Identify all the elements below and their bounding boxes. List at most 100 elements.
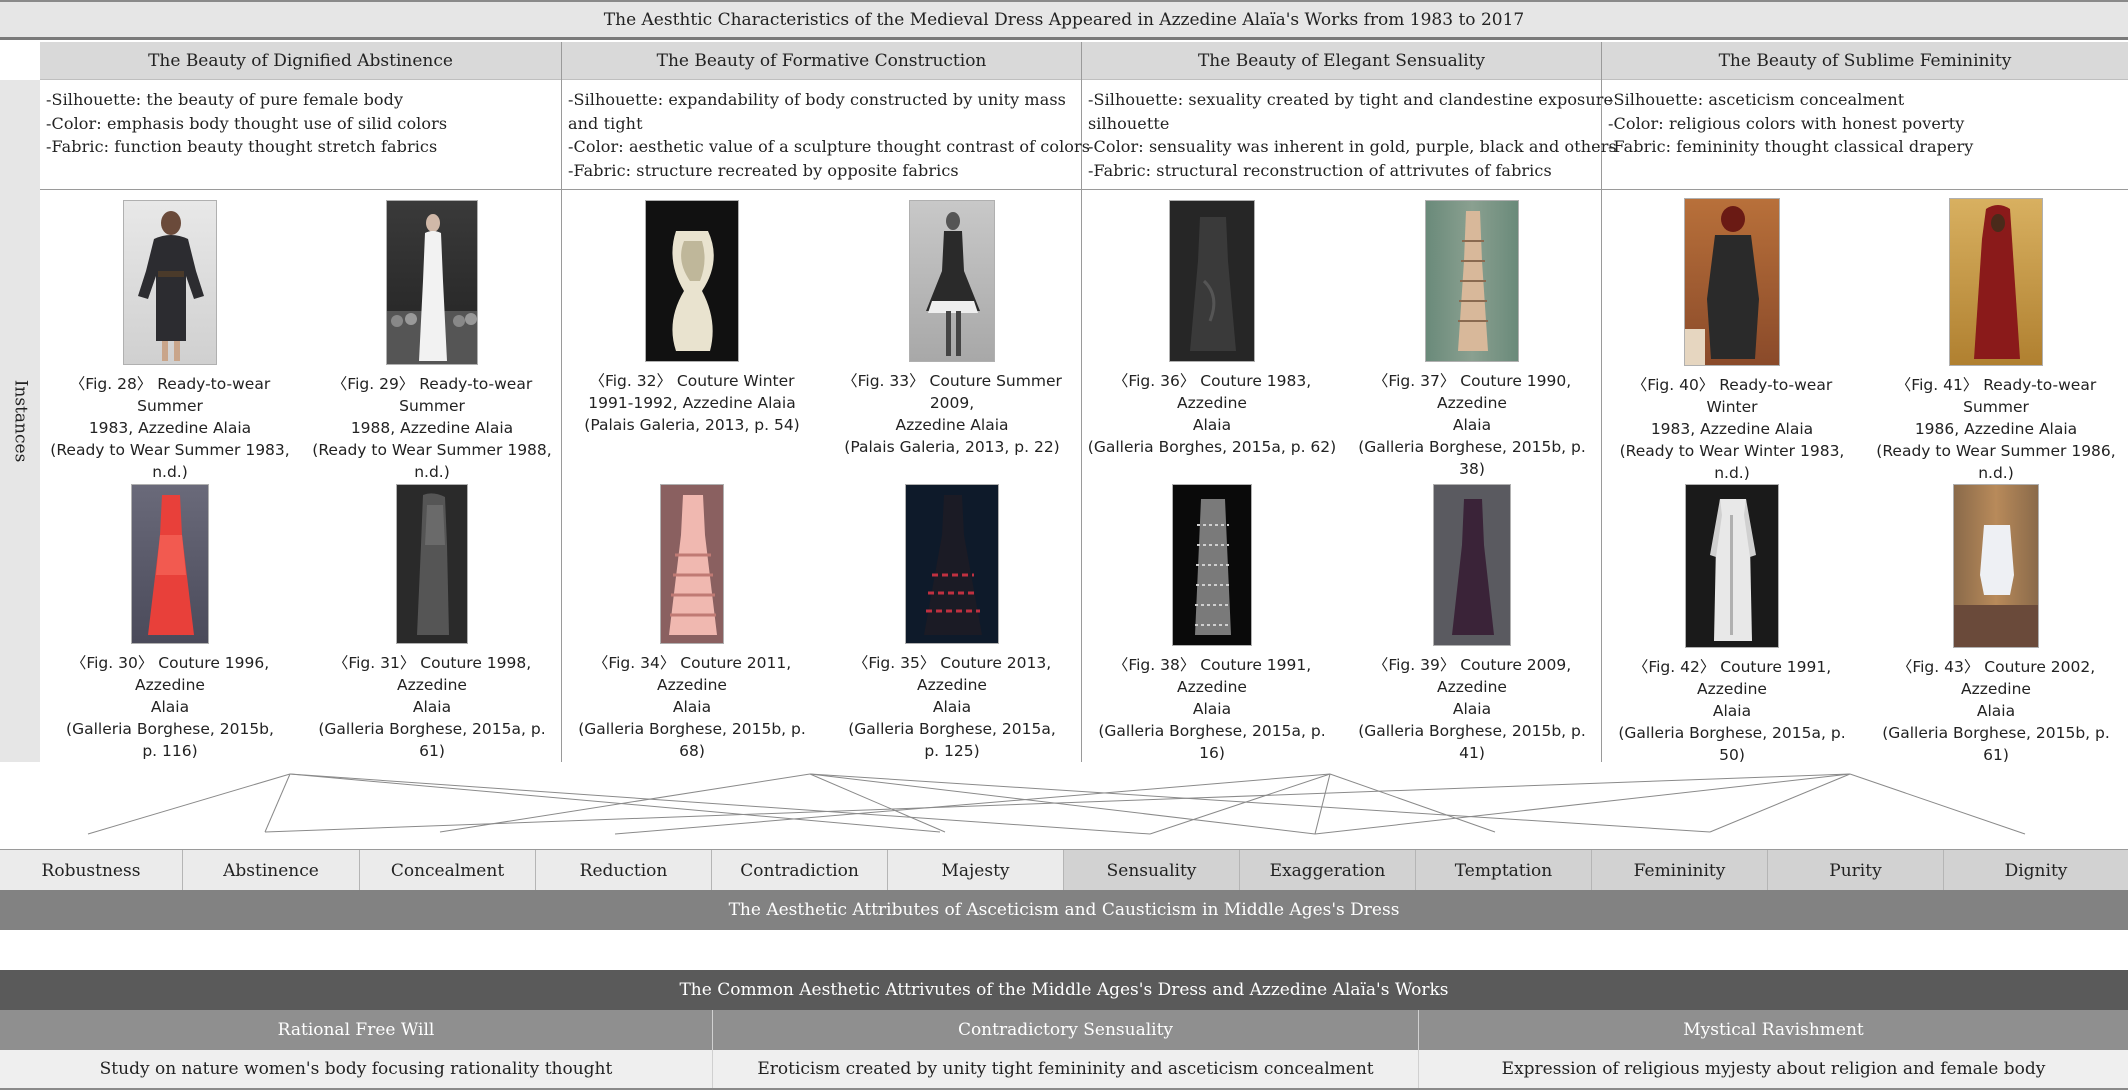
figure-30: 〈Fig. 30〉 Couture 1996, Azzedine Alaia (Ga… — [40, 484, 300, 762]
common-body-mystical: Expression of religious myjesty about re… — [1501, 1059, 2046, 1079]
attribute-concealment: Concealment — [360, 850, 536, 891]
table-title: The Aesthtic Characteristics of the Medi… — [0, 0, 2128, 40]
fig-42-photo — [1685, 484, 1779, 648]
column-header: The Beauty of Sublime Femininity — [1602, 42, 2128, 80]
fig-32-photo — [645, 200, 739, 362]
fig-37-photo — [1425, 200, 1519, 362]
fig-42-caption: 〈Fig. 42〉 Couture 1991, Azzedine Alaia (Ga… — [1618, 658, 1846, 764]
figure-41: 〈Fig. 41〉 Ready-to-wear Summer 1986, Azze… — [1866, 198, 2126, 484]
category-column-abstinence: The Beauty of Dignified Abstinence -Silh… — [40, 42, 562, 762]
figure-34: 〈Fig. 34〉 Couture 2011, Azzedine Alaia (Ga… — [562, 484, 822, 762]
figure-40: 〈Fig. 40〉 Ready-to-wear Winter 1983, Azze… — [1602, 198, 1862, 484]
figure-43: 〈Fig. 43〉 Couture 2002, Azzedine Alaia (Ga… — [1866, 484, 2126, 766]
fig-39-photo — [1433, 484, 1511, 646]
desc-color: -Color: religious colors with honest pov… — [1608, 113, 1965, 133]
column-header: The Beauty of Dignified Abstinence — [40, 42, 561, 80]
common-head-mystical: Mystical Ravishment — [1683, 1020, 1864, 1040]
desc-color: -Color: sensuality was inherent in gold,… — [1088, 137, 1617, 156]
fig-37-caption: 〈Fig. 37〉 Couture 1990, Azzedine Alaia (Ga… — [1358, 372, 1586, 478]
column-description: -Silhouette: sexuality created by tight … — [1082, 80, 1617, 190]
fig-34-photo — [660, 484, 724, 644]
fig-31-photo — [396, 484, 468, 644]
fig-39-caption: 〈Fig. 39〉 Couture 2009, Azzedine Alaia (Ga… — [1358, 656, 1586, 762]
fig-40-photo — [1684, 198, 1780, 366]
attribute-reduction: Reduction — [536, 850, 712, 891]
instances-row-label: Instances — [0, 80, 40, 762]
column-description: -Silhouette: expandability of body const… — [562, 80, 1091, 190]
fig-40-caption: 〈Fig. 40〉 Ready-to-wear Winter 1983, Azze… — [1619, 376, 1845, 482]
fig-41-photo — [1949, 198, 2043, 366]
fig-33-photo — [909, 200, 995, 362]
column-description: -Silhouette: asceticism concealment -Col… — [1602, 80, 2128, 190]
attribute-purity: Purity — [1768, 850, 1944, 891]
figure-33: 〈Fig. 33〉 Couture Summer 2009, Azzedine A… — [822, 200, 1082, 458]
figure-42: 〈Fig. 42〉 Couture 1991, Azzedine Alaia (Ga… — [1602, 484, 1862, 766]
attribute-abstinence: Abstinence — [183, 850, 360, 891]
fig-38-photo — [1172, 484, 1252, 646]
fig-30-caption: 〈Fig. 30〉 Couture 1996, Azzedine Alaia (Ga… — [66, 654, 274, 760]
attribute-connector-lines — [87, 773, 2026, 835]
desc-color: -Color: emphasis body thought use of sil… — [46, 113, 448, 133]
fig-28-photo — [123, 200, 217, 365]
attributes-title: The Aesthetic Attributes of Asceticism a… — [0, 890, 2128, 930]
fig-43-photo — [1953, 484, 2039, 648]
desc-silhouette: -Silhouette: asceticism concealment — [1608, 90, 1905, 109]
fig-35-photo — [905, 484, 999, 644]
attribute-contradiction: Contradiction — [712, 850, 888, 891]
attribute-dignity: Dignity — [1944, 850, 2128, 891]
fig-33-caption: 〈Fig. 33〉 Couture Summer 2009, Azzedine A… — [842, 372, 1062, 456]
figure-35: 〈Fig. 35〉 Couture 2013, Azzedine Alaia (Ga… — [822, 484, 1082, 762]
fig-35-caption: 〈Fig. 35〉 Couture 2013, Azzedine Alaia (Ga… — [848, 654, 1056, 760]
attribute-temptation: Temptation — [1416, 850, 1592, 891]
column-header: The Beauty of Formative Construction — [562, 42, 1081, 80]
desc-silhouette: -Silhouette: the beauty of pure female b… — [46, 90, 404, 109]
desc-fabric: -Fabric: structural reconstruction of at… — [1088, 160, 1552, 180]
category-column-sensuality: The Beauty of Elegant Sensuality -Silhou… — [1082, 42, 1617, 764]
figure-31: 〈Fig. 31〉 Couture 1998, Azzedine Alaia (Ga… — [302, 484, 562, 762]
desc-fabric: -Fabric: femininity thought classical dr… — [1608, 137, 1974, 156]
desc-fabric: -Fabric: function beauty thought stretch… — [46, 137, 438, 156]
figure-32: 〈Fig. 32〉 Couture Winter 1991-1992, Azzed… — [562, 200, 822, 436]
figure-37: 〈Fig. 37〉 Couture 1990, Azzedine Alaia (Ga… — [1342, 200, 1602, 480]
fig-38-caption: 〈Fig. 38〉 Couture 1991, Azzedine Alaia (Ga… — [1098, 656, 1326, 762]
fig-29-photo — [386, 200, 478, 365]
common-body-row: Study on nature women's body focusing ra… — [0, 1050, 2128, 1090]
fig-36-caption: 〈Fig. 36〉 Couture 1983, Azzedine Alaia (Ga… — [1087, 372, 1337, 456]
figure-28: 〈Fig. 28〉 Ready-to-wear Summer 1983, Azze… — [40, 200, 300, 483]
instances-label-text: Instances — [10, 379, 31, 463]
desc-color: -Color: aesthetic value of a sculpture t… — [568, 137, 1091, 156]
figure-29: 〈Fig. 29〉 Ready-to-wear Summer 1988, Azze… — [302, 200, 562, 483]
fig-29-caption: 〈Fig. 29〉 Ready-to-wear Summer 1988, Azze… — [312, 375, 552, 481]
fig-32-caption: 〈Fig. 32〉 Couture Winter 1991-1992, Azzed… — [584, 372, 800, 434]
desc-silhouette-cont: and tight — [568, 113, 643, 133]
desc-silhouette: -Silhouette: expandability of body const… — [568, 90, 1066, 109]
fig-43-caption: 〈Fig. 43〉 Couture 2002, Azzedine Alaia (Ga… — [1882, 658, 2110, 764]
column-header: The Beauty of Elegant Sensuality — [1082, 42, 1601, 80]
desc-silhouette: -Silhouette: sexuality created by tight … — [1088, 90, 1614, 109]
figure-39: 〈Fig. 39〉 Couture 2009, Azzedine Alaia (Ga… — [1342, 484, 1602, 764]
fig-28-caption: 〈Fig. 28〉 Ready-to-wear Summer 1983, Azze… — [50, 375, 290, 481]
category-column-formative: The Beauty of Formative Construction -Si… — [562, 42, 1091, 762]
common-heads-row: Rational Free Will Contradictory Sensual… — [0, 1010, 2128, 1050]
common-attributes-title: The Common Aesthetic Attrivutes of the M… — [0, 970, 2128, 1010]
desc-silhouette-cont: silhouette — [1088, 113, 1170, 133]
fig-31-caption: 〈Fig. 31〉 Couture 1998, Azzedine Alaia (Ga… — [318, 654, 546, 760]
category-column-femininity: The Beauty of Sublime Femininity -Silhou… — [1602, 42, 2128, 764]
common-body-rational: Study on nature women's body focusing ra… — [0, 1050, 713, 1088]
attribute-majesty: Majesty — [888, 850, 1064, 891]
fig-41-caption: 〈Fig. 41〉 Ready-to-wear Summer 1986, Azze… — [1876, 376, 2116, 482]
attribute-row: Robustness Abstinence Concealment Reduct… — [0, 849, 2128, 891]
desc-fabric: -Fabric: structure recreated by opposite… — [568, 160, 959, 180]
attribute-exaggeration: Exaggeration — [1240, 850, 1416, 891]
common-head-rational: Rational Free Will — [0, 1010, 713, 1050]
fig-30-photo — [131, 484, 209, 644]
common-body-contradictory: Eroticism created by unity tight feminin… — [713, 1050, 1419, 1088]
column-description: -Silhouette: the beauty of pure female b… — [40, 80, 561, 190]
fig-34-caption: 〈Fig. 34〉 Couture 2011, Azzedine Alaia (Ga… — [578, 654, 806, 760]
common-head-contradictory: Contradictory Sensuality — [713, 1010, 1419, 1050]
attribute-sensuality: Sensuality — [1064, 850, 1240, 891]
figure-36: 〈Fig. 36〉 Couture 1983, Azzedine Alaia (Ga… — [1082, 200, 1342, 458]
attribute-femininity: Femininity — [1592, 850, 1768, 891]
fig-36-photo — [1169, 200, 1255, 362]
figure-38: 〈Fig. 38〉 Couture 1991, Azzedine Alaia (Ga… — [1082, 484, 1342, 764]
